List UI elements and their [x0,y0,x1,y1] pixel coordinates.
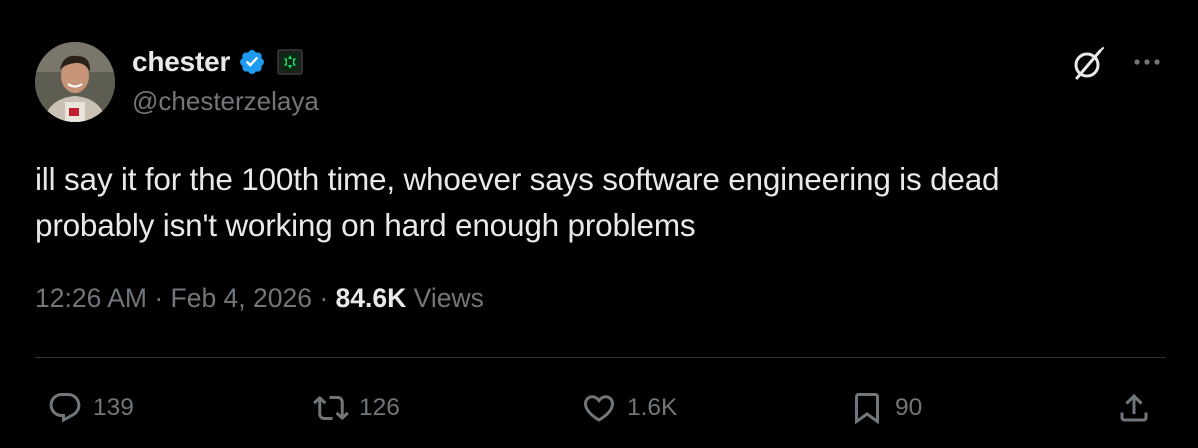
tweet-time-link[interactable]: 12:26 AM [35,283,147,314]
bookmark-button[interactable]: 90 [849,386,922,430]
share-button[interactable] [1116,386,1152,430]
views-label: Views [406,283,484,313]
avatar[interactable] [35,42,115,122]
verified-badge-icon[interactable] [238,48,266,76]
like-count: 1.6K [627,394,678,421]
more-icon[interactable] [1128,50,1166,74]
meta-separator: · [146,283,171,313]
author-display-name[interactable]: chester [132,46,230,78]
reply-icon [49,393,81,423]
views-count[interactable]: 84.6K [336,283,407,314]
repost-icon [313,395,349,421]
bookmark-count: 90 [895,394,923,421]
tweet-card: chester @chesterzelaya ill say it for th… [0,0,1198,448]
tweet-date-link[interactable]: Feb 4, 2026 [171,283,312,314]
reply-button[interactable]: 139 [47,386,134,430]
repost-count: 126 [359,394,400,421]
grok-icon[interactable] [1068,44,1108,84]
share-icon [1120,393,1148,422]
tweet-text: ill say it for the 100th time, whoever s… [35,161,1000,243]
reply-count: 139 [93,394,134,421]
like-icon [583,395,615,422]
affiliation-badge-icon[interactable] [276,48,304,76]
repost-button[interactable]: 126 [313,386,400,430]
tweet-meta: 12:26 AM · Feb 4, 2026 · 84.6K Views [35,283,484,314]
like-button[interactable]: 1.6K [581,386,677,430]
author-handle[interactable]: @chesterzelaya [132,86,319,117]
divider [35,357,1166,358]
meta-separator-2: · [311,283,336,313]
bookmark-icon [855,393,879,425]
author-name-row: chester [132,44,304,80]
